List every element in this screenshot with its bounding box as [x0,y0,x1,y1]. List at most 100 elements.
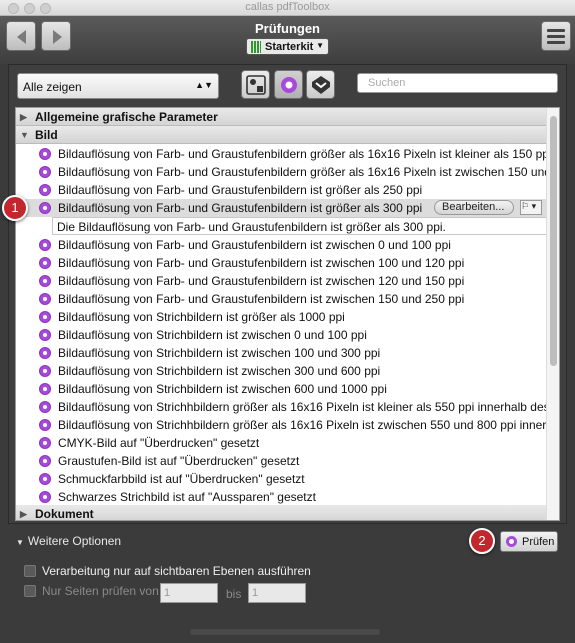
chevron-shield-icon [312,76,330,94]
item-label: Bildauflösung von Farb- und Graustufenbi… [58,201,423,215]
description-text: Die Bildauflösung von Farb- und Graustuf… [57,220,446,234]
visible-layers-label: Verarbeitung nur auf sichtbaren Ebenen a… [42,564,311,578]
item-label: Bildauflösung von Strichbildern ist größ… [58,310,345,324]
view-structure-button[interactable] [241,70,270,99]
check-icon [39,257,51,269]
list-item[interactable]: Bildauflösung von Strichhbildern größer … [16,398,546,416]
run-check-label: Prüfen [522,536,555,548]
filter-select[interactable]: Alle zeigen ▲▼ [17,73,219,99]
item-label: Bildauflösung von Strichhbildern größer … [58,418,546,432]
group-row-general[interactable]: ▶ Allgemeine grafische Parameter [16,108,546,126]
page-range-checkbox[interactable] [24,585,36,597]
item-label: Bildauflösung von Strichbildern ist zwis… [58,328,367,342]
check-circle-icon [506,536,517,547]
item-label: Bildauflösung von Farb- und Graustufenbi… [58,183,423,197]
check-icon [39,473,51,485]
visible-layers-checkbox[interactable] [24,565,36,577]
toolbar: Prüfungen Starterkit ▼ [0,16,575,64]
item-label: Schmuckfarbbild ist auf "Überdrucken" ge… [58,472,305,486]
check-icon [39,275,51,287]
page-to-label: bis [226,587,242,601]
more-options-toggle[interactable]: ▼ Weitere Optionen [16,534,121,548]
item-label: Bildauflösung von Strichbildern ist zwis… [58,364,381,378]
chevron-down-icon: ▼ [316,41,324,50]
check-circle-icon [281,77,297,93]
disclosure-down-icon: ▼ [16,538,24,547]
scrollbar-thumb[interactable] [550,116,557,366]
window-titlebar: callas pdfToolbox [0,0,575,16]
edit-button[interactable]: Bearbeiten... [434,200,514,215]
checks-panel: Alle zeigen ▲▼ Suchen ▶ Allgemeine grafi… [8,64,567,524]
hamburger-line [547,41,565,44]
run-check-button[interactable]: Prüfen [500,531,558,552]
list-item[interactable]: Bildauflösung von Farb- und Graustufenbi… [16,254,546,272]
item-label: Bildauflösung von Strichbildern ist zwis… [58,382,387,396]
window-title: callas pdfToolbox [245,1,330,13]
list-scrollbar[interactable] [546,108,559,520]
group-label: Allgemeine grafische Parameter [35,110,218,124]
list-item[interactable]: Graustufen-Bild ist auf "Überdrucken" ge… [16,452,546,470]
item-label: Bildauflösung von Strichbildern ist zwis… [58,346,381,360]
search-input[interactable]: Suchen [357,73,558,93]
list-item[interactable]: Bildauflösung von Farb- und Graustufenbi… [16,290,546,308]
kit-label: Starterkit [265,41,314,53]
list-item[interactable]: Schwarzes Strichbild ist auf "Aussparen"… [16,488,546,506]
group-row-document[interactable]: ▶ Dokument [16,505,546,520]
check-icon [39,437,51,449]
item-label: Bildauflösung von Farb- und Graustufenbi… [58,292,465,306]
list-item[interactable]: Bildauflösung von Strichbildern ist zwis… [16,380,546,398]
filter-value: Alle zeigen [23,80,82,94]
item-label: Bildauflösung von Farb- und Graustufenbi… [58,274,465,288]
callout-badge: 2 [469,528,495,554]
flag-menu-button[interactable]: ⚐ ▾ [520,200,542,215]
check-icon [39,383,51,395]
check-icon [39,419,51,431]
list-item[interactable]: CMYK-Bild auf "Überdrucken" gesetzt [16,434,546,452]
list-item[interactable]: Bildauflösung von Strichbildern ist zwis… [16,326,546,344]
item-label: CMYK-Bild auf "Überdrucken" gesetzt [58,436,260,450]
list-item[interactable]: Bildauflösung von Farb- und Graustufenbi… [16,272,546,290]
resize-handle[interactable] [190,629,380,635]
check-icon [39,293,51,305]
page-to-field[interactable]: 1 [248,583,306,603]
shapes-icon [246,75,266,95]
list-item[interactable]: Bildauflösung von Farb- und Graustufenbi… [16,236,546,254]
hamburger-icon [547,29,565,32]
check-icon [39,311,51,323]
page-title: Prüfungen [255,21,320,36]
check-icon [39,455,51,467]
list-item[interactable]: Bildauflösung von Strichbildern ist zwis… [16,344,546,362]
item-label: Graustufen-Bild ist auf "Überdrucken" ge… [58,454,300,468]
hamburger-line [547,35,565,38]
list-item-selected[interactable]: Bildauflösung von Farb- und Graustufenbi… [16,199,559,217]
list-item[interactable]: Bildauflösung von Farb- und Graustufenbi… [16,181,546,199]
list-item[interactable]: Schmuckfarbbild ist auf "Überdrucken" ge… [16,470,546,488]
list-item[interactable]: Bildauflösung von Farb- und Graustufenbi… [16,163,546,181]
page-range-label: Nur Seiten prüfen von [42,584,159,598]
view-checks-button[interactable] [274,70,303,99]
check-icon [39,239,51,251]
check-icon [39,166,51,178]
kit-selector[interactable]: Starterkit ▼ [246,38,329,55]
page-from-field[interactable]: 1 [160,583,218,603]
view-fixups-button[interactable] [306,70,335,99]
item-label: Bildauflösung von Farb- und Graustufenbi… [58,147,546,161]
item-description: Die Bildauflösung von Farb- und Graustuf… [52,217,548,235]
item-label: Bildauflösung von Farb- und Graustufenbi… [58,165,546,179]
disclosure-down-icon: ▼ [20,130,29,140]
check-icon [39,347,51,359]
list-item[interactable]: Bildauflösung von Farb- und Graustufenbi… [16,145,546,163]
list-item[interactable]: Bildauflösung von Strichhbildern größer … [16,416,546,434]
list-item[interactable]: Bildauflösung von Strichbildern ist größ… [16,308,546,326]
item-label: Bildauflösung von Strichhbildern größer … [58,400,546,414]
item-label: Bildauflösung von Farb- und Graustufenbi… [58,238,451,252]
check-icon [39,491,51,503]
more-options-label: Weitere Optionen [27,534,122,548]
item-label: Bildauflösung von Farb- und Graustufenbi… [58,256,465,270]
menu-button[interactable] [541,21,571,51]
callout-badge: 1 [2,195,28,221]
check-icon [39,365,51,377]
kit-bars-icon [251,41,261,53]
group-row-image[interactable]: ▼ Bild [16,126,546,144]
list-item[interactable]: Bildauflösung von Strichbildern ist zwis… [16,362,546,380]
